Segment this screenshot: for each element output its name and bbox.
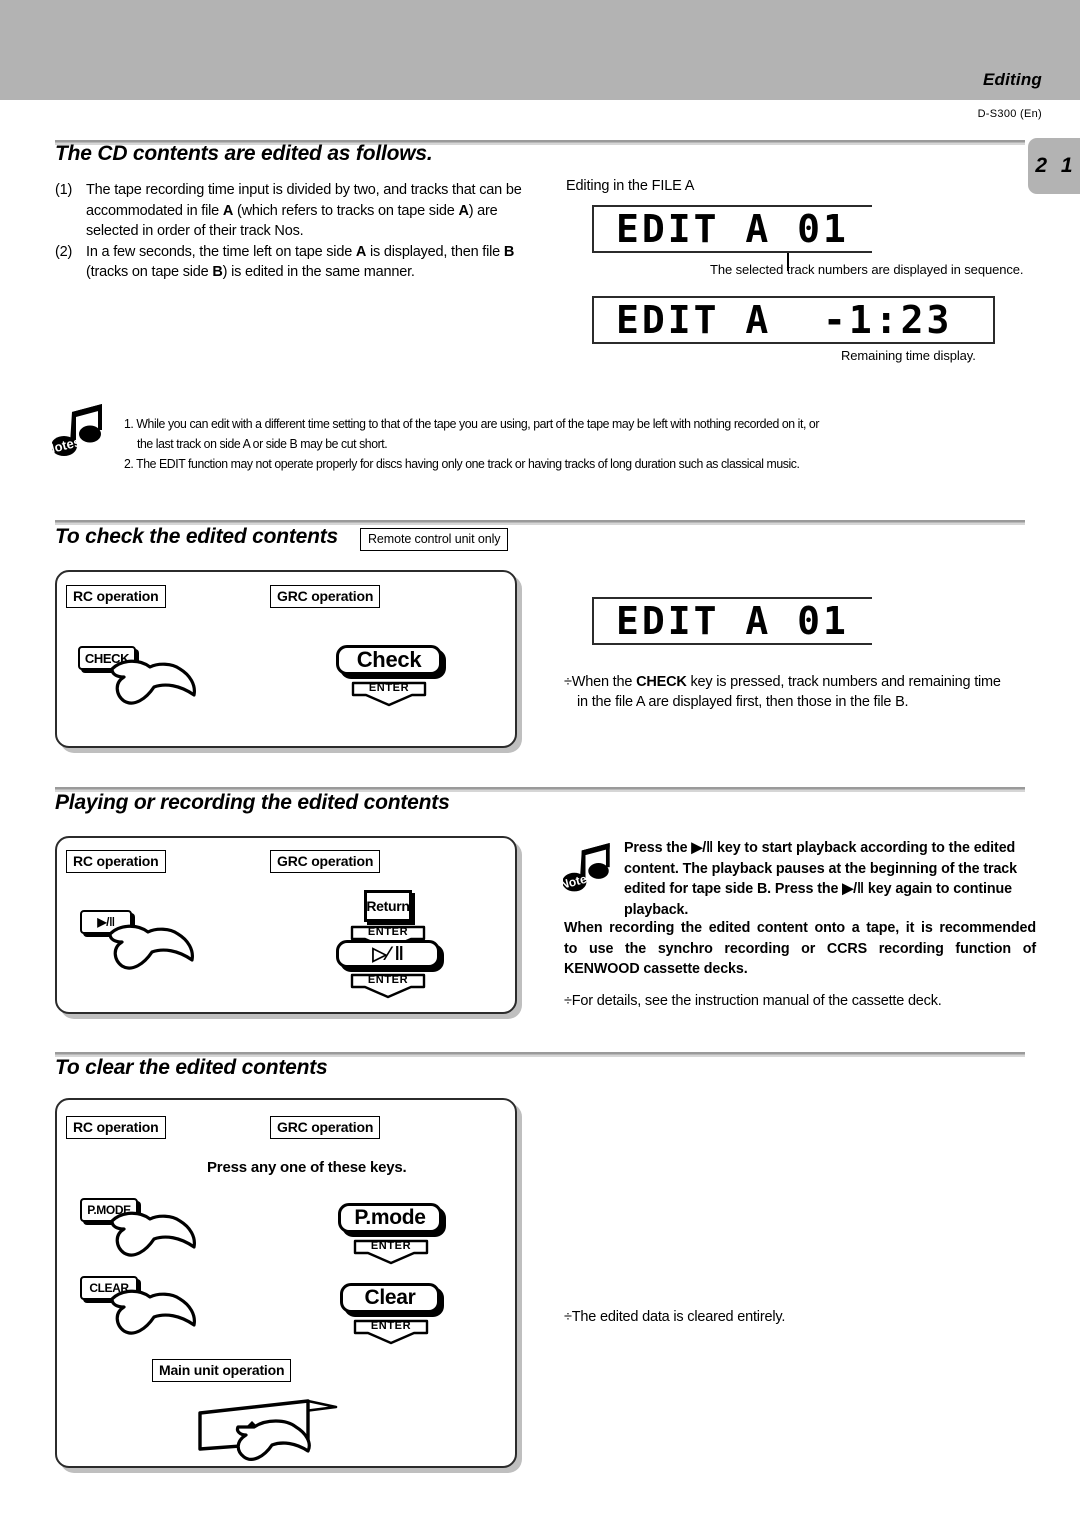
caption-track-sequence: The selected track numbers are displayed… <box>710 262 1024 277</box>
lcd-text-track: EDIT A 01 <box>594 207 849 251</box>
enter-label: ENTER <box>367 926 409 938</box>
hand-pointer-icon <box>108 924 194 970</box>
list-line: The tape recording time input is divided… <box>86 182 502 198</box>
note-line: the last track on side A or side B may b… <box>137 436 388 451</box>
enter-label: ENTER <box>370 1240 412 1252</box>
caption-remaining-time: Remaining time display. <box>841 348 976 363</box>
list-line: selected in order of their track Nos. <box>86 223 304 239</box>
list-item: (2) In a few seconds, the time left on t… <box>55 242 525 283</box>
enter-flag-label-check: ENTER <box>350 681 428 707</box>
enter-label: ENTER <box>368 682 410 694</box>
lcd-text-check: EDIT A 01 <box>594 599 849 643</box>
lcd-display-track: EDIT A 01 <box>592 205 872 253</box>
grc-button-return[interactable]: Return <box>364 890 412 922</box>
grc-operation-label-clear: GRC operation <box>270 1116 381 1139</box>
note-line: 2. The EDIT function may not operate pro… <box>124 456 800 471</box>
bullet-body: For details, see the instruction manual … <box>571 993 942 1009</box>
editing-file-a-label: Editing in the FILE A <box>566 178 695 194</box>
check-bullet-note: ÷When the CHECK key is pressed, track nu… <box>564 672 1044 712</box>
rc-operation-label-play: RC operation <box>66 850 166 873</box>
recommend-line: When recording the edited content onto a… <box>564 920 1036 936</box>
section-heading-clear: To clear the edited contents <box>55 1056 328 1079</box>
note-line: edited for tape side B. Press the ▶/‖ ke… <box>624 881 1012 897</box>
cassette-deck-bullet: ÷For details, see the instruction manual… <box>564 991 1044 1011</box>
press-any-key-instruction: Press any one of these keys. <box>207 1159 407 1176</box>
rc-operation-label-check: RC operation <box>66 585 166 608</box>
hand-pointer-icon <box>110 1211 196 1257</box>
top-gray-banner <box>0 0 1080 100</box>
section-heading-check: To check the edited contents <box>55 525 339 548</box>
enter-flag-label-clear: ENTER <box>352 1319 430 1345</box>
page-number-tab: 2 1 <box>1028 138 1080 194</box>
note-line: Press the ▶/‖ key to start playback acco… <box>624 840 1016 856</box>
check-keyword: CHECK <box>636 674 687 690</box>
enter-label: ENTER <box>367 974 409 986</box>
clear-data-bullet: ÷The edited data is cleared entirely. <box>564 1307 1044 1327</box>
bullet-text-line: ÷When the CHECK key is pressed, track nu… <box>564 674 1001 690</box>
section-heading-cd-contents: The CD contents are edited as follows. <box>55 142 433 165</box>
grc-button-check[interactable]: Check <box>336 645 442 675</box>
note-music-icon: Note <box>563 843 610 892</box>
hand-pointer-icon <box>110 1289 196 1335</box>
list-marker: (2) <box>55 243 73 260</box>
bullet-body: The edited data is cleared entirely. <box>571 1309 786 1325</box>
grc-operation-label-check: GRC operation <box>270 585 381 608</box>
playback-note-text: Press the ▶/‖ key to start playback acco… <box>624 838 1039 920</box>
main-unit-eject-illustration <box>198 1399 338 1461</box>
note-line: 1. While you can edit with a different t… <box>124 416 820 431</box>
enter-label: ENTER <box>370 1320 412 1332</box>
enter-flag-label-play: ENTER <box>349 973 427 999</box>
divide-bullet-icon: ÷ <box>564 674 572 690</box>
list-item: (1) The tape recording time input is div… <box>55 180 525 242</box>
grc-button-play-pause[interactable]: ▷⁄ ‖ <box>336 940 440 968</box>
numbered-instruction-list: (1) The tape recording time input is div… <box>55 180 525 283</box>
bullet-text-line: ÷The edited data is cleared entirely. <box>564 1307 1044 1327</box>
divide-bullet-icon: ÷ <box>564 1309 572 1325</box>
bullet-text-line: in the file A are displayed first, then … <box>577 694 909 710</box>
recommend-line: to use the synchro recording or CCRS rec… <box>564 940 1036 957</box>
grc-operation-label-play: GRC operation <box>270 850 381 873</box>
page-header-title: Editing <box>983 70 1042 89</box>
notes-text-block: 1. While you can edit with a different t… <box>124 414 819 474</box>
recording-recommendation-text: When recording the edited content onto a… <box>564 918 1036 980</box>
note-line: playback. <box>624 901 689 918</box>
lcd-display-remaining: EDIT A -1:23 <box>592 296 995 344</box>
remote-only-tag: Remote control unit only <box>360 528 509 551</box>
grc-button-clear[interactable]: Clear <box>340 1283 440 1313</box>
recommend-line: KENWOOD cassette decks. <box>564 961 748 977</box>
rc-operation-label-clear: RC operation <box>66 1116 166 1139</box>
list-line: In a few seconds, the time left on tape … <box>86 243 501 260</box>
notes-music-icon: Notes <box>52 404 102 457</box>
main-unit-operation-label: Main unit operation <box>152 1359 292 1382</box>
divide-bullet-icon: ÷ <box>564 993 572 1009</box>
list-marker: (1) <box>55 182 73 198</box>
lcd-display-check: EDIT A 01 <box>592 597 872 645</box>
enter-flag-label-pmode: ENTER <box>352 1239 430 1265</box>
model-identifier: D-S300 (En) <box>977 108 1042 120</box>
lcd-text-remaining: EDIT A -1:23 <box>594 298 953 342</box>
bullet-text-line: ÷For details, see the instruction manual… <box>564 991 1044 1011</box>
note-line: content. The playback pauses at the begi… <box>624 860 1017 877</box>
grc-button-pmode[interactable]: P.mode <box>338 1203 442 1233</box>
section-heading-playing: Playing or recording the edited contents <box>55 791 450 814</box>
hand-pointer-icon <box>110 659 196 705</box>
